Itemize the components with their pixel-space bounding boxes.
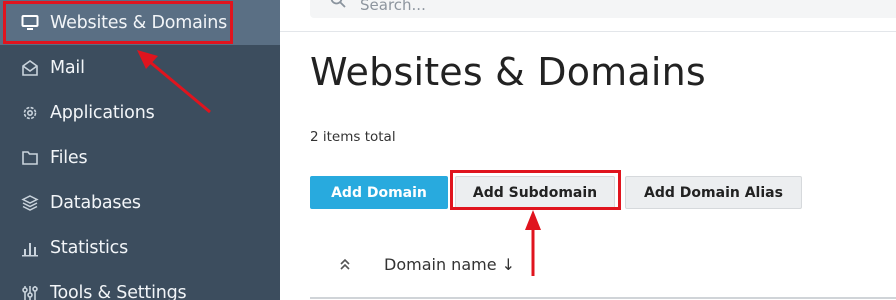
top-bar: Search...: [280, 0, 896, 32]
collapse-all-icon[interactable]: [336, 255, 354, 273]
sidebar-item-label: Databases: [50, 192, 141, 213]
sidebar-item-label: Mail: [50, 57, 85, 78]
sidebar-item-label: Statistics: [50, 237, 128, 258]
database-icon: [20, 193, 40, 213]
search-placeholder: Search...: [360, 0, 426, 14]
page-title: Websites & Domains: [310, 50, 706, 94]
sidebar-item-databases[interactable]: Databases: [0, 180, 280, 225]
add-domain-alias-button[interactable]: Add Domain Alias: [625, 176, 802, 209]
monitor-icon: [20, 13, 40, 33]
items-total-count: 2 items total: [310, 129, 396, 145]
search-icon: [330, 0, 346, 8]
sidebar-item-websites-domains[interactable]: Websites & Domains: [0, 0, 280, 45]
sidebar-item-files[interactable]: Files: [0, 135, 280, 180]
add-domain-button[interactable]: Add Domain: [310, 176, 448, 209]
sidebar-item-mail[interactable]: Mail: [0, 45, 280, 90]
add-subdomain-button[interactable]: Add Subdomain: [455, 176, 615, 209]
envelope-icon: [20, 58, 40, 78]
gear-icon: [20, 103, 40, 123]
sidebar-item-applications[interactable]: Applications: [0, 90, 280, 135]
sidebar-item-label: Tools & Settings: [50, 282, 187, 300]
table-divider: [310, 297, 896, 299]
sidebar-item-label: Applications: [50, 102, 155, 123]
sidebar-item-tools-settings[interactable]: Tools & Settings: [0, 270, 280, 300]
bar-chart-icon: [20, 238, 40, 258]
sidebar-item-statistics[interactable]: Statistics: [0, 225, 280, 270]
sidebar-item-label: Websites & Domains: [50, 12, 228, 33]
sidebar: Websites & Domains Mail Applications Fil…: [0, 0, 280, 300]
annotation-arrow-subdomain: [525, 210, 541, 276]
sliders-icon: [20, 283, 40, 300]
sidebar-item-label: Files: [50, 147, 88, 168]
folder-icon: [20, 148, 40, 168]
search-input[interactable]: Search...: [310, 0, 896, 18]
column-header-domain-name[interactable]: Domain name ↓: [384, 255, 515, 274]
